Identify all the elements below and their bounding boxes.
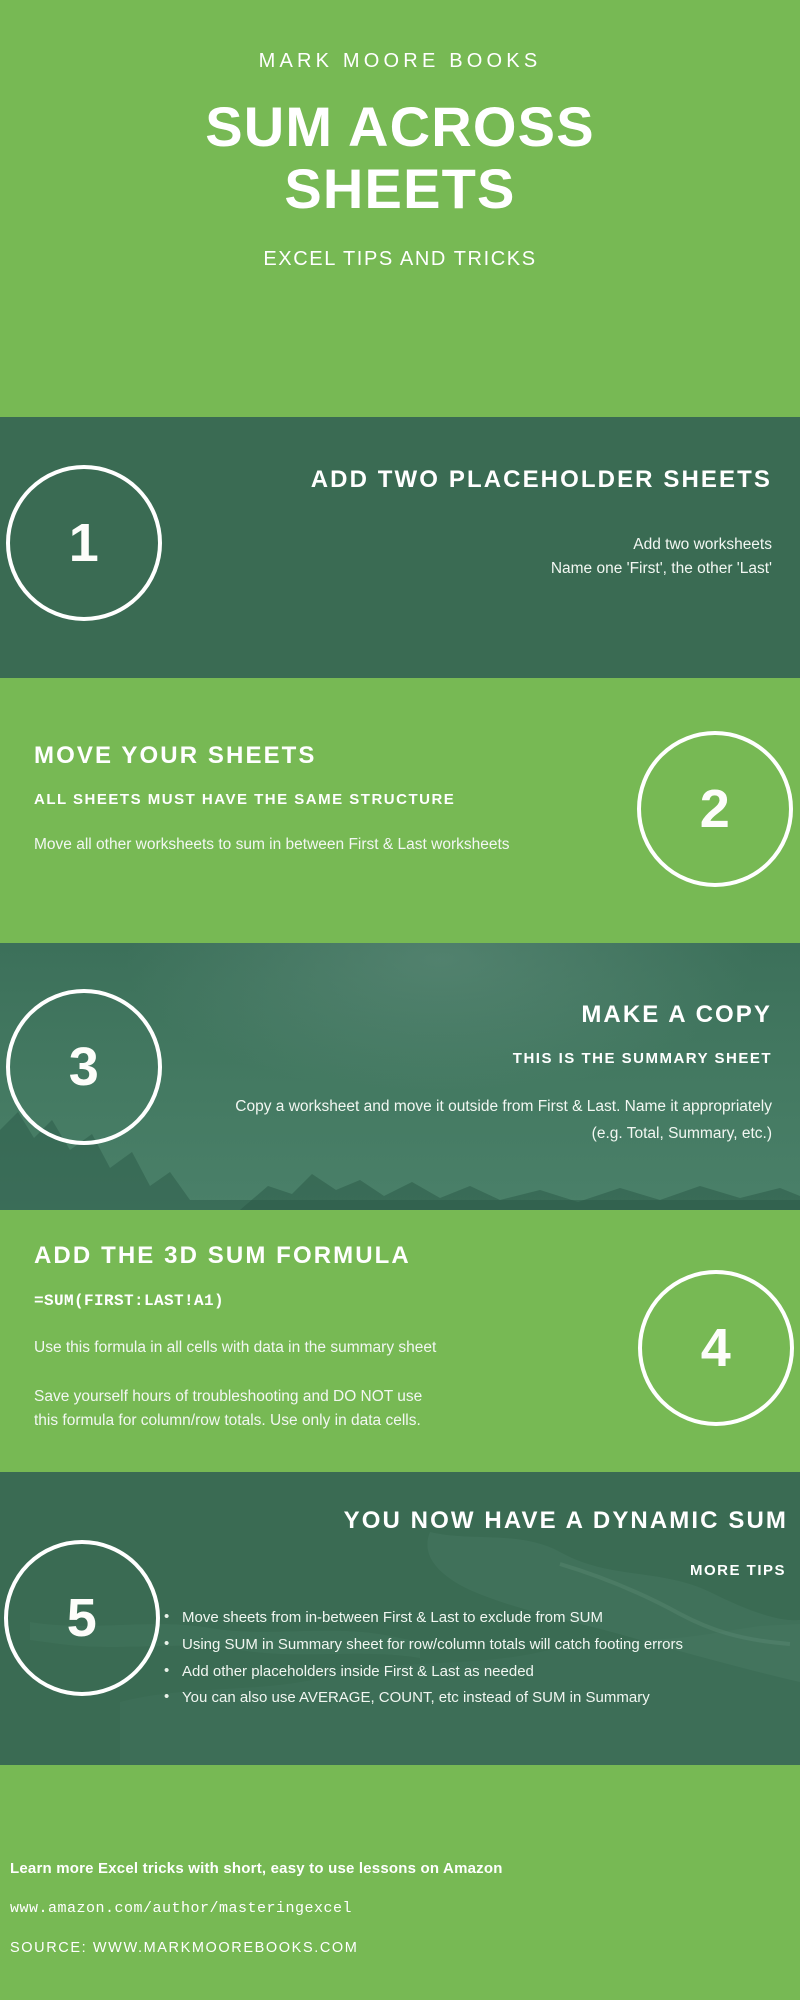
step-3-number-badge: 3 [6,989,162,1145]
step-1-number-badge: 1 [6,465,162,621]
step-3-title: MAKE A COPY [581,1001,772,1028]
step-4-body-line-2: Save yourself hours of troubleshooting a… [34,1388,423,1430]
step-1-section: 1 ADD TWO PLACEHOLDER SHEETS Add two wor… [0,417,800,678]
brand-kicker: MARK MOORE BOOKS [258,50,542,72]
footer-amazon-url[interactable]: www.amazon.com/author/masteringexcel [10,1900,790,1917]
step-5-number: 5 [66,1588,98,1648]
step-2-section: 2 MOVE YOUR SHEETS ALL SHEETS MUST HAVE … [0,678,800,943]
header-section: MARK MOORE BOOKS SUM ACROSS SHEETS EXCEL… [0,0,800,417]
step-4-formula: =SUM(FIRST:LAST!A1) [34,1292,225,1310]
list-item: Using SUM in Summary sheet for row/colum… [160,1633,785,1656]
step-3-body: Copy a worksheet and move it outside fro… [235,1098,772,1143]
step-2-body: Move all other worksheets to sum in betw… [34,836,510,853]
step-4-number: 4 [700,1318,732,1378]
list-item: Add other placeholders inside First & La… [160,1660,785,1683]
step-2-number: 2 [699,779,731,839]
step-3-number: 3 [68,1037,100,1097]
step-1-body-line-1: Add two worksheets [633,536,772,553]
list-item: You can also use AVERAGE, COUNT, etc ins… [160,1686,785,1709]
step-2-title: MOVE YOUR SHEETS [34,742,317,769]
step-4-title: ADD THE 3D SUM FORMULA [34,1242,411,1269]
step-3-section: 3 MAKE A COPY THIS IS THE SUMMARY SHEET … [0,943,800,1210]
step-2-subtitle: ALL SHEETS MUST HAVE THE SAME STRUCTURE [34,791,456,808]
infographic-root: MARK MOORE BOOKS SUM ACROSS SHEETS EXCEL… [0,0,800,2000]
step-5-title: YOU NOW HAVE A DYNAMIC SUM [343,1507,788,1534]
step-3-subtitle: THIS IS THE SUMMARY SHEET [512,1050,772,1067]
hero-title-line1: SUM ACROSS [205,95,595,158]
step-5-section: 5 YOU NOW HAVE A DYNAMIC SUM MORE TIPS M… [0,1472,800,1765]
list-item: Move sheets from in-between First & Last… [160,1606,785,1629]
step-1-number: 1 [68,513,100,573]
step-4-section: 4 ADD THE 3D SUM FORMULA =SUM(FIRST:LAST… [0,1210,800,1472]
step-1-body-line-2: Name one 'First', the other 'Last' [550,560,772,577]
hero-title-line2: SHEETS [284,157,516,220]
step-5-tips-list: Move sheets from in-between First & Last… [160,1606,785,1714]
footer-source: SOURCE: WWW.MARKMOOREBOOKS.COM [10,1940,359,1956]
step-5-subtitle: MORE TIPS [689,1562,786,1579]
step-2-number-badge: 2 [637,731,793,887]
footer-section: Learn more Excel tricks with short, easy… [0,1765,800,2000]
step-4-number-badge: 4 [638,1270,794,1426]
hero-subtitle: EXCEL TIPS AND TRICKS [263,248,537,270]
footer-cta: Learn more Excel tricks with short, easy… [10,1860,503,1877]
step-1-title: ADD TWO PLACEHOLDER SHEETS [310,466,772,493]
step-4-body-line-1: Use this formula in all cells with data … [34,1339,437,1356]
